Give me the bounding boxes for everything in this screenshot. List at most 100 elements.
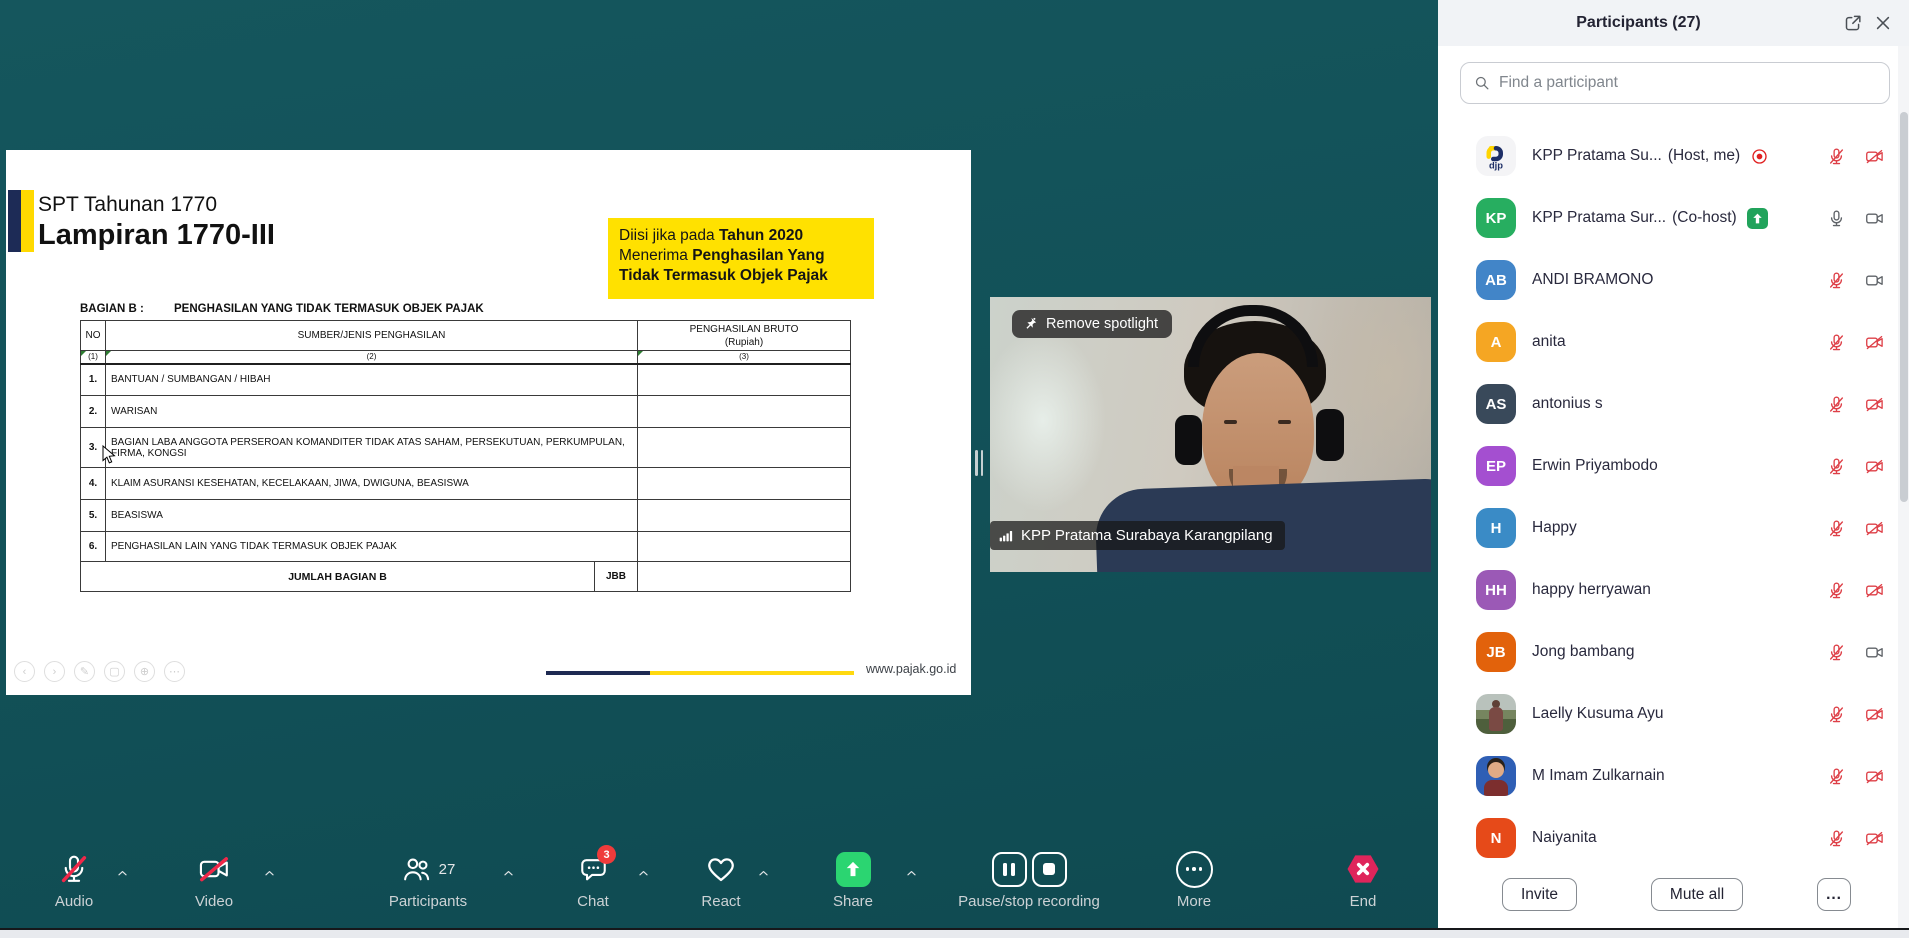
participant-name: M Imam Zulkarnain	[1532, 767, 1671, 785]
participant-row[interactable]: KP djp KPP Pratama Sur...(Co-host)	[1438, 187, 1909, 249]
participant-row[interactable]: AS djp antonius s	[1438, 373, 1909, 435]
headphones-earcup	[1316, 409, 1344, 461]
mic-muted-icon	[58, 853, 90, 885]
mic-muted-icon	[1827, 333, 1846, 352]
participant-row[interactable]: djp KPP Pratama Su...(Host, me)	[1438, 125, 1909, 187]
avatar: KP djp	[1476, 198, 1516, 238]
chat-options-caret[interactable]	[637, 867, 650, 880]
invite-button[interactable]: Invite	[1502, 878, 1577, 911]
stop-recording-button[interactable]	[1032, 852, 1067, 887]
remove-spotlight-button[interactable]: Remove spotlight	[1012, 310, 1172, 338]
participant-row[interactable]: AB djp ANDI BRAMONO	[1438, 249, 1909, 311]
section-title: PENGHASILAN YANG TIDAK TERMASUK OBJEK PA…	[174, 303, 484, 315]
participant-row[interactable]: HH djp happy herryawan	[1438, 559, 1909, 621]
avatar-initials: EP	[1486, 458, 1506, 475]
participants-icon	[401, 854, 432, 885]
camera-off-icon	[1865, 829, 1884, 848]
participants-label: Participants	[348, 893, 508, 910]
video-name-label: KPP Pratama Surabaya Karangpilang	[990, 521, 1285, 550]
audio-label: Audio	[24, 893, 124, 910]
audio-button[interactable]: Audio	[24, 848, 124, 910]
panel-more-button[interactable]: ...	[1817, 878, 1851, 911]
avatar: djp	[1476, 136, 1516, 176]
avatar-initials: AB	[1485, 272, 1507, 289]
react-button[interactable]: React	[671, 848, 771, 910]
camera-off-icon	[1865, 457, 1884, 476]
close-panel-icon[interactable]	[1873, 13, 1893, 33]
end-meeting-button[interactable]: End	[1313, 848, 1413, 910]
prev-slide-button[interactable]: ‹	[14, 661, 35, 682]
share-options-caret[interactable]	[905, 867, 918, 880]
camera-on-icon	[1865, 209, 1884, 228]
table-cell: BANTUAN / SUMBANGAN / HIBAH	[106, 364, 638, 396]
participant-row[interactable]: djp M Imam Zulkarnain	[1438, 745, 1909, 807]
slide-accent-yellow	[21, 190, 34, 252]
pane-resize-handle[interactable]	[975, 450, 983, 476]
participant-row[interactable]: djp Laelly Kusuma Ayu	[1438, 683, 1909, 745]
video-label: Video	[164, 893, 264, 910]
popout-panel-icon[interactable]	[1843, 13, 1863, 33]
avatar: AS djp	[1476, 384, 1516, 424]
participants-button[interactable]: 27 Participants	[348, 848, 508, 910]
next-slide-button[interactable]: ›	[44, 661, 65, 682]
avatar: JB djp	[1476, 632, 1516, 672]
col-header-source: SUMBER/JENIS PENGHASILAN	[106, 321, 638, 351]
share-button[interactable]: Share	[803, 848, 903, 910]
participant-name: Happy	[1532, 519, 1583, 537]
recording-indicator-icon	[1750, 147, 1769, 166]
video-button[interactable]: Video	[164, 848, 264, 910]
participant-search-box[interactable]	[1460, 62, 1890, 104]
headphones-band	[1188, 305, 1318, 367]
slide-title-line2: Lampiran 1770-III	[38, 218, 275, 252]
participants-panel-title: Participants (27)	[1438, 0, 1839, 46]
more-ellipsis-icon	[1176, 851, 1213, 888]
avatar: AB djp	[1476, 260, 1516, 300]
participant-row[interactable]: EP djp Erwin Priyambodo	[1438, 435, 1909, 497]
table-cell	[638, 364, 851, 396]
participants-panel: Participants (27) djp KPP	[1438, 0, 1909, 938]
table-row: 6.PENGHASILAN LAIN YANG TIDAK TERMASUK O…	[81, 532, 851, 562]
recording-controls[interactable]: Pause/stop recording	[929, 848, 1129, 910]
avatar-initials: N	[1491, 830, 1502, 847]
react-options-caret[interactable]	[757, 867, 770, 880]
mic-muted-icon	[1827, 395, 1846, 414]
callout-bold: Tidak Termasuk Objek Pajak	[619, 267, 828, 284]
table-cell: 6.	[81, 532, 106, 562]
table-cell: WARISAN	[106, 396, 638, 428]
react-label: React	[671, 893, 771, 910]
table-cell: KLAIM ASURANSI KESEHATAN, KECELAKAAN, JI…	[106, 468, 638, 500]
mic-muted-icon	[1827, 767, 1846, 786]
pen-tool-button[interactable]: ✎	[74, 661, 95, 682]
slideshow-more-button[interactable]: ⋯	[164, 661, 185, 682]
slides-overview-button[interactable]: ▢	[104, 661, 125, 682]
mouse-cursor	[102, 445, 116, 465]
yellow-callout: Diisi jika pada Tahun 2020 Menerima Peng…	[608, 218, 874, 299]
zoom-slide-button[interactable]: ⊕	[134, 661, 155, 682]
participant-row[interactable]: A djp anita	[1438, 311, 1909, 373]
table-header-row: NO SUMBER/JENIS PENGHASILAN PENGHASILAN …	[81, 321, 851, 351]
avatar-initials: KP	[1486, 210, 1507, 227]
mic-muted-icon	[1827, 829, 1846, 848]
tax-form-table: NO SUMBER/JENIS PENGHASILAN PENGHASILAN …	[80, 320, 851, 592]
more-button[interactable]: More	[1144, 848, 1244, 910]
avatar: N djp	[1476, 818, 1516, 858]
callout-text: Diisi jika pada	[619, 227, 719, 244]
video-options-caret[interactable]	[263, 867, 276, 880]
pause-recording-button[interactable]	[992, 852, 1027, 887]
participant-row[interactable]: JB djp Jong bambang	[1438, 621, 1909, 683]
participant-name: Naiyanita	[1532, 829, 1603, 847]
participants-options-caret[interactable]	[502, 867, 515, 880]
participant-row[interactable]: N djp Naiyanita	[1438, 807, 1909, 869]
person-eye	[1278, 420, 1291, 424]
panel-scrollbar-thumb[interactable]	[1900, 112, 1908, 502]
remove-spotlight-label: Remove spotlight	[1046, 316, 1158, 332]
participant-row[interactable]: H djp Happy	[1438, 497, 1909, 559]
meeting-toolbar: Audio Video 27 Participants 3 Chat R	[0, 848, 1438, 930]
chat-button[interactable]: 3 Chat	[543, 848, 643, 910]
mic-muted-icon	[1827, 147, 1846, 166]
camera-off-icon	[1865, 333, 1884, 352]
search-input[interactable]	[1499, 74, 1877, 92]
audio-options-caret[interactable]	[116, 867, 129, 880]
mute-all-button[interactable]: Mute all	[1651, 878, 1743, 911]
shared-screen-slide: SPT Tahunan 1770 Lampiran 1770-III Diisi…	[6, 150, 971, 695]
